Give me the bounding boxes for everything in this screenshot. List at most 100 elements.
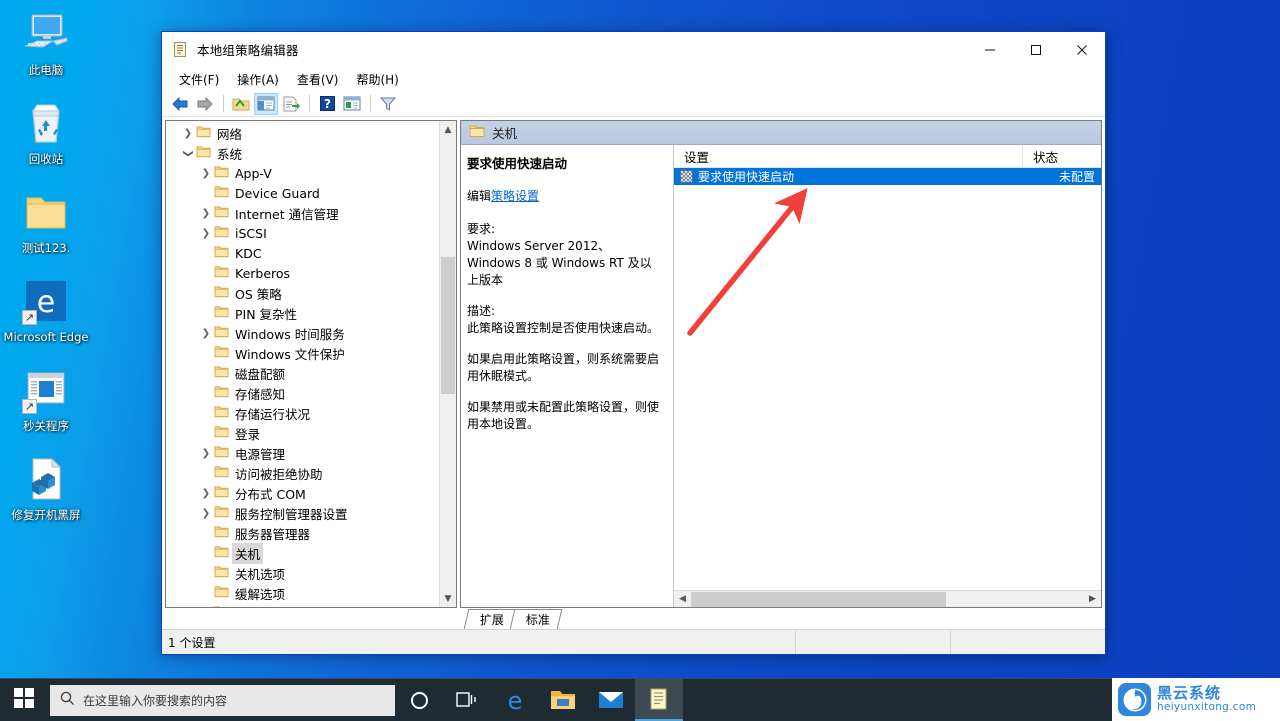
minimize-button[interactable] [967,33,1013,67]
twisty-placeholder [198,308,214,319]
tree-item-21[interactable]: 关机 [166,542,456,564]
chevron-right-icon[interactable]: ❯ [198,508,214,519]
chevron-right-icon[interactable]: ❯ [198,328,214,339]
chevron-right-icon[interactable]: ❯ [198,448,214,459]
tree-item-label: 登录 [235,426,261,442]
policy-list-body[interactable]: 要求使用快速启动 未配置 [674,168,1101,590]
task-view-icon[interactable] [443,679,491,721]
tree-item-12[interactable]: 磁盘配额 [166,363,456,383]
table-row[interactable]: 要求使用快速启动 未配置 [674,168,1101,185]
chevron-down-icon[interactable]: ❮ [183,145,194,161]
up-one-level-button[interactable] [229,93,253,115]
tree-item-24[interactable]: 恢复 [166,603,456,607]
taskbar-search-box[interactable]: 在这里输入你要搜索的内容 [50,684,395,716]
file-explorer-icon[interactable] [539,679,587,721]
tree-item-15[interactable]: 登录 [166,423,456,443]
tree-item-13[interactable]: 存储感知 [166,383,456,403]
scroll-left-arrow-icon[interactable]: ◀ [674,594,691,604]
menu-action[interactable]: 操作(A) [228,68,288,91]
svg-text:e: e [37,285,55,320]
tree-item-8[interactable]: OS 策略 [166,283,456,303]
tree-item-22[interactable]: 关机选项 [166,563,456,583]
desktop-icon-microsoft-edge[interactable]: e ↗ Microsoft Edge [0,271,92,348]
tree-item-23[interactable]: 缓解选项 [166,583,456,603]
window-titlebar[interactable]: 本地组策略编辑器 [162,32,1105,67]
mail-icon[interactable] [587,679,635,721]
forward-button[interactable] [193,93,217,115]
policy-setting-icon [680,170,693,183]
tree-item-9[interactable]: PIN 复杂性 [166,303,456,323]
tree-item-10[interactable]: ❯ Windows 时间服务 [166,323,456,343]
maximize-button[interactable] [1013,33,1059,67]
close-button[interactable] [1059,33,1105,67]
scroll-right-arrow-icon[interactable]: ▶ [1084,594,1101,604]
tree-item-7[interactable]: Kerberos [166,263,456,283]
svg-text:?: ? [324,97,331,111]
policy-setting-link[interactable]: 策略设置 [491,189,539,203]
back-button[interactable] [168,93,192,115]
tree-item-6[interactable]: KDC [166,243,456,263]
list-horizontal-scrollbar[interactable]: ◀ ▶ [674,590,1101,607]
folder-icon [214,285,229,301]
twisty-placeholder [198,568,214,579]
console-tree[interactable]: ❯ 网络 ❮ 系统 ❯ App-V Device Guard ❯ Internet 通信管理 ❯… [166,121,456,607]
chevron-right-icon[interactable]: ❯ [198,488,214,499]
tree-item-4[interactable]: ❯ Internet 通信管理 [166,203,456,223]
cortana-icon[interactable] [395,679,443,721]
desktop-icon-this-pc[interactable]: 此电脑 [0,4,92,81]
policy-name-text: 要求使用快速启动 [698,170,795,184]
tree-item-16[interactable]: ❯ 电源管理 [166,443,456,463]
tree-item-2[interactable]: ❯ App-V [166,163,456,183]
tree-item-14[interactable]: 存储运行状况 [166,403,456,423]
tree-item-0[interactable]: ❯ 网络 [166,123,456,143]
tab-label: 标准 [525,613,550,627]
menu-view[interactable]: 查看(V) [288,68,348,91]
show-hide-tree-button[interactable] [254,92,278,115]
desktop-icon-recycle-bin[interactable]: 回收站 [0,93,92,170]
chevron-right-icon[interactable]: ❯ [198,208,214,219]
tree-item-label: Windows 时间服务 [235,326,345,342]
desktop-icon-label: 回收站 [28,152,64,166]
start-button[interactable] [0,679,48,721]
toolbar-separator [370,95,371,112]
desktop-icon-fix-black-screen[interactable]: 修复开机黑屏 [0,449,92,526]
tree-item-label: iSCSI [235,225,267,241]
scroll-down-arrow-icon[interactable]: ▼ [440,590,456,607]
tree-item-5[interactable]: ❯ iSCSI [166,223,456,243]
tree-item-20[interactable]: 服务器管理器 [166,523,456,543]
edge-icon[interactable]: e [491,679,539,721]
tree-item-18[interactable]: ❯ 分布式 COM [166,483,456,503]
desktop-icon-quick-shutdown[interactable]: ↗ 秒关程序 [0,360,92,437]
group-policy-editor-taskbar-icon[interactable] [635,678,683,721]
desktop-icon-label: Microsoft Edge [3,330,89,344]
chevron-right-icon[interactable]: ❯ [198,168,214,179]
tree-item-1[interactable]: ❮ 系统 [166,143,456,163]
results-pane: 关机 要求使用快速启动 编辑策略设置 要求: Windows Server 20… [460,120,1102,608]
folder-icon [196,125,211,141]
chevron-right-icon[interactable]: ❯ [180,128,196,139]
scroll-up-arrow-icon[interactable]: ▲ [440,121,456,138]
enabled-paragraph: 如果启用此策略设置，则系统需要启用休眠模式。 [467,352,660,383]
desktop-icon-folder-test123[interactable]: 测试123. [0,182,92,259]
tree-item-17[interactable]: 访问被拒绝协助 [166,463,456,483]
tree-item-11[interactable]: Windows 文件保护 [166,343,456,363]
scrollbar-thumb[interactable] [441,257,455,394]
menu-file[interactable]: 文件(F) [170,68,228,91]
twisty-placeholder [198,288,214,299]
hscroll-track[interactable] [691,591,1084,608]
tree-item-3[interactable]: Device Guard [166,183,456,203]
scrollbar-thumb[interactable] [691,591,947,607]
properties-button[interactable] [340,93,364,115]
filter-button[interactable] [376,93,400,115]
tree-item-19[interactable]: ❯ 服务控制管理器设置 [166,503,456,523]
tab-standard[interactable]: 标准 [509,609,563,629]
help-button[interactable]: ? [315,93,339,115]
tree-vertical-scrollbar[interactable]: ▲ ▼ [439,121,456,607]
column-header-setting[interactable]: 设置 [674,145,1023,167]
chevron-right-icon[interactable]: ❯ [198,228,214,239]
column-header-state[interactable]: 状态 [1023,145,1101,167]
tab-extended[interactable]: 扩展 [463,609,517,629]
menu-help[interactable]: 帮助(H) [347,68,407,91]
export-list-button[interactable] [279,93,303,115]
svg-text:e: e [508,687,523,713]
